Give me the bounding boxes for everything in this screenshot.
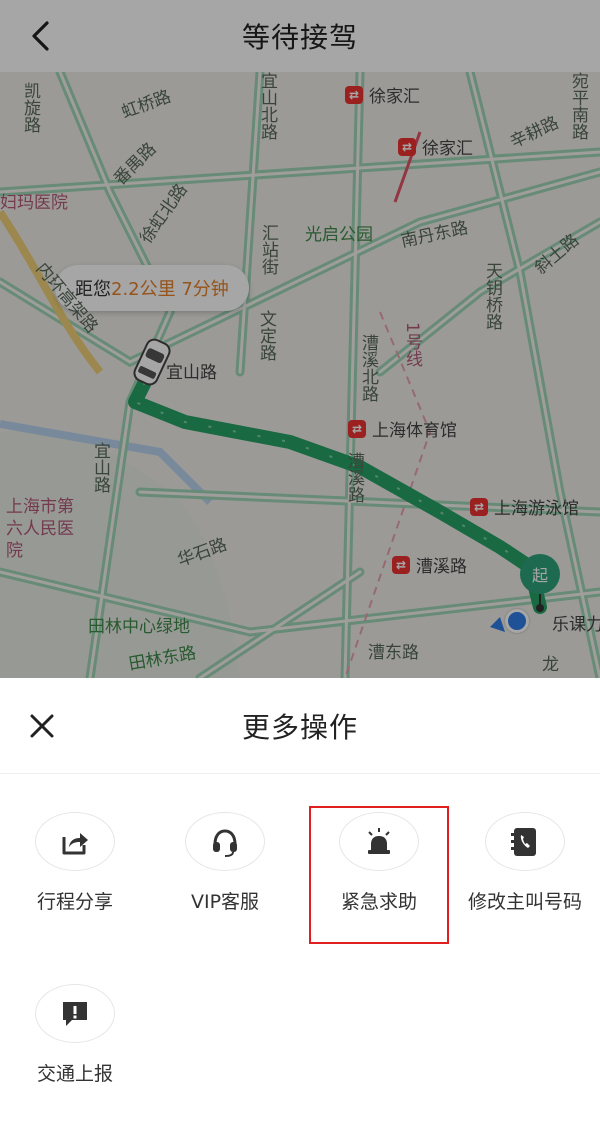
emergency-help-button[interactable]: 紧急求助 — [309, 774, 449, 914]
action-circle — [339, 812, 419, 871]
change-caller-number-button[interactable]: 修改主叫号码 — [455, 774, 595, 914]
share-icon — [62, 832, 88, 854]
phone-book-icon — [511, 827, 536, 856]
report-icon — [63, 1001, 87, 1026]
action-label: VIP客服 — [190, 891, 260, 913]
action-label: 交通上报 — [36, 1063, 113, 1085]
action-label: 紧急求助 — [340, 891, 417, 913]
close-icon — [30, 714, 54, 738]
app-root: 等待接驾 距您 2.2公里 7分钟 起 虹桥路 凯旋路 番禺路 徐虹北路 宜山北… — [0, 0, 600, 1139]
action-circle — [185, 812, 265, 871]
traffic-report-button[interactable]: 交通上报 — [5, 946, 145, 1086]
vip-service-button[interactable]: VIP客服 — [155, 774, 295, 914]
share-trip-button[interactable]: 行程分享 — [5, 774, 145, 914]
close-button[interactable] — [22, 706, 62, 746]
more-actions-sheet: 更多操作 行程分享 VIP客服 紧急求助 修改主叫号码 交通上报 — [0, 678, 600, 1139]
headset-icon — [213, 828, 237, 857]
sheet-header: 更多操作 — [0, 678, 600, 774]
action-circle — [485, 812, 565, 871]
action-circle — [35, 984, 115, 1043]
action-label: 行程分享 — [36, 891, 113, 913]
action-circle — [35, 812, 115, 871]
alarm-icon — [368, 827, 390, 854]
action-label: 修改主叫号码 — [467, 891, 582, 913]
sheet-title: 更多操作 — [241, 710, 358, 744]
dim-overlay[interactable] — [0, 0, 600, 678]
